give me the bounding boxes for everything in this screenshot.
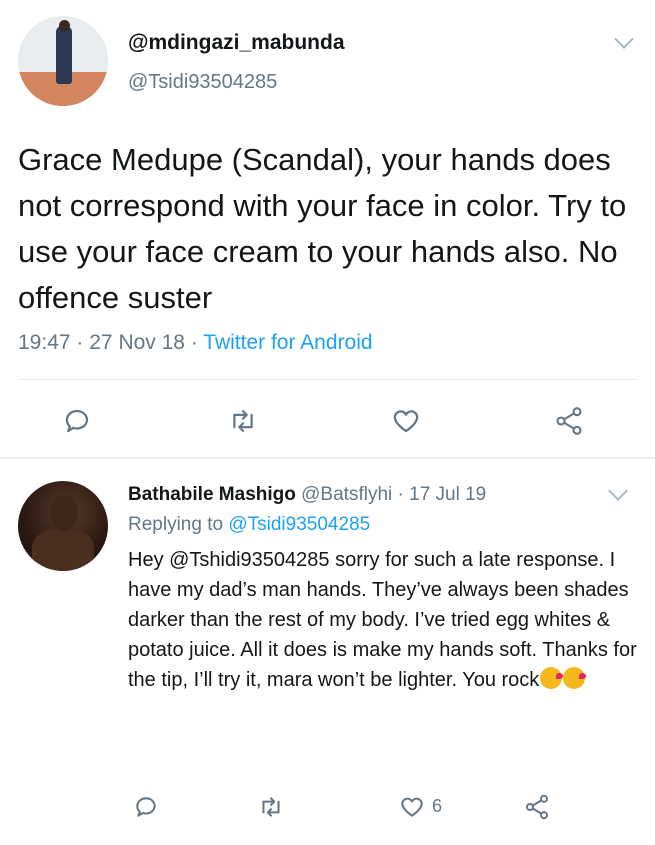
meta-separator: · <box>76 331 84 354</box>
display-name[interactable]: @mdingazi_mabunda <box>128 31 345 55</box>
reply-actions: 6 <box>0 792 655 822</box>
avatar-figure <box>56 26 72 84</box>
like-icon[interactable] <box>399 794 425 820</box>
retweet-icon[interactable] <box>257 794 285 820</box>
meta-separator: · <box>397 484 404 505</box>
reply-display-name[interactable]: Bathabile Mashigo <box>128 484 296 505</box>
kissing-face-emoji <box>540 667 564 689</box>
user-handle[interactable]: @Tsidi93504285 <box>128 71 277 94</box>
tweet-text: Grace Medupe (Scandal), your hands does … <box>18 142 627 315</box>
avatar-shoulder <box>32 529 94 571</box>
replying-mention-link[interactable]: @Tsidi93504285 <box>228 514 370 535</box>
avatar-head <box>50 495 78 531</box>
reply-text: Hey @Tshidi93504285 sorry for such a lat… <box>128 545 648 695</box>
like-count: 6 <box>432 796 443 816</box>
replying-to: Replying to @Tsidi93504285 <box>128 514 370 536</box>
share-icon[interactable] <box>553 405 585 437</box>
retweet-icon[interactable] <box>227 406 259 436</box>
tweet-time: 19:47 <box>18 331 71 354</box>
replying-label: Replying to <box>128 514 224 535</box>
reply-date[interactable]: 17 Jul 19 <box>409 484 486 505</box>
tweet-source-link[interactable]: Twitter for Android <box>203 331 372 354</box>
tweet-meta: 19:47 · 27 Nov 18 · Twitter for Android <box>18 331 373 355</box>
chevron-down-icon[interactable] <box>614 29 634 49</box>
tweet-actions <box>0 400 655 440</box>
reply-avatar[interactable] <box>18 481 108 571</box>
divider <box>18 379 637 380</box>
share-icon[interactable] <box>523 793 551 821</box>
reply-handle[interactable]: @Batsflyhi <box>301 484 392 505</box>
chevron-down-icon[interactable] <box>608 481 628 501</box>
reply-icon[interactable] <box>133 794 159 820</box>
reply-header: Bathabile Mashigo @Batsflyhi · 17 Jul 19 <box>128 484 486 506</box>
tweet-date: 27 Nov 18 <box>89 331 185 354</box>
reply-body: Hey @Tshidi93504285 sorry for such a lat… <box>128 549 637 691</box>
kissing-face-emoji <box>563 667 587 689</box>
avatar[interactable] <box>18 16 108 106</box>
reply-icon[interactable] <box>62 406 92 436</box>
section-divider <box>0 457 655 459</box>
main-tweet: @mdingazi_mabunda @Tsidi93504285 Grace M… <box>0 0 655 462</box>
meta-separator: · <box>190 331 198 354</box>
like-icon[interactable] <box>391 406 421 436</box>
avatar-head <box>59 20 70 31</box>
